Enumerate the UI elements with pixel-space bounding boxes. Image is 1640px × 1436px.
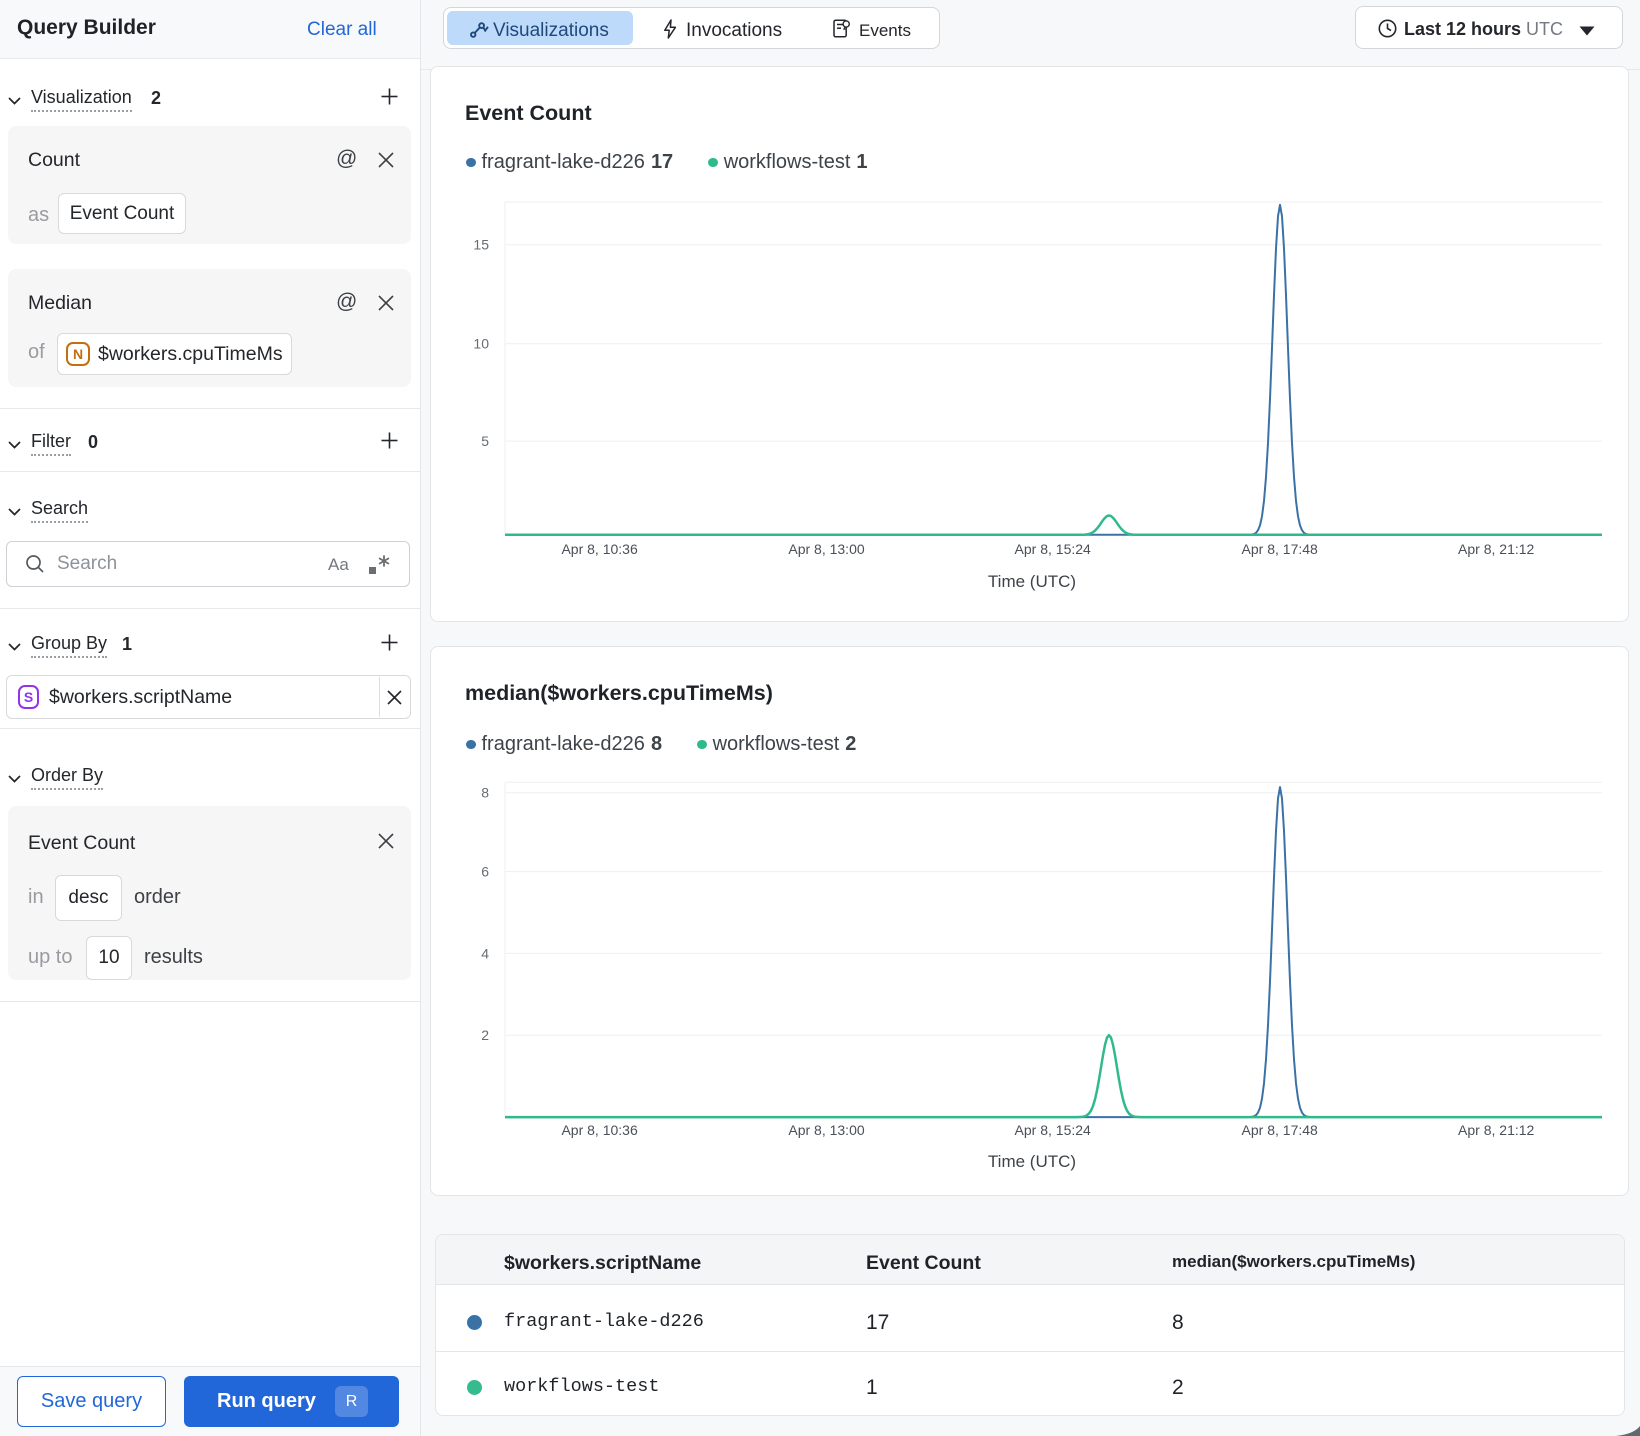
svg-text:Apr 8, 13:00: Apr 8, 13:00 <box>788 541 864 557</box>
svg-text:Apr 8, 21:12: Apr 8, 21:12 <box>1458 1122 1534 1138</box>
svg-text:Apr 8, 17:48: Apr 8, 17:48 <box>1242 541 1318 557</box>
svg-text:Apr 8, 15:24: Apr 8, 15:24 <box>1015 541 1091 557</box>
svg-text:2: 2 <box>481 1027 489 1043</box>
svg-text:Apr 8, 17:48: Apr 8, 17:48 <box>1242 1122 1318 1138</box>
svg-text:10: 10 <box>473 336 489 352</box>
svg-text:15: 15 <box>473 237 489 253</box>
svg-text:5: 5 <box>481 433 489 449</box>
svg-text:4: 4 <box>481 945 489 961</box>
svg-text:Apr 8, 10:36: Apr 8, 10:36 <box>561 1122 637 1138</box>
svg-text:Apr 8, 10:36: Apr 8, 10:36 <box>561 541 637 557</box>
svg-text:Apr 8, 15:24: Apr 8, 15:24 <box>1015 1122 1091 1138</box>
svg-text:8: 8 <box>481 785 489 801</box>
svg-text:Time (UTC): Time (UTC) <box>988 1152 1076 1171</box>
svg-text:Time (UTC): Time (UTC) <box>988 572 1076 591</box>
svg-text:6: 6 <box>481 864 489 880</box>
svg-text:Apr 8, 21:12: Apr 8, 21:12 <box>1458 541 1534 557</box>
svg-text:Apr 8, 13:00: Apr 8, 13:00 <box>788 1122 864 1138</box>
